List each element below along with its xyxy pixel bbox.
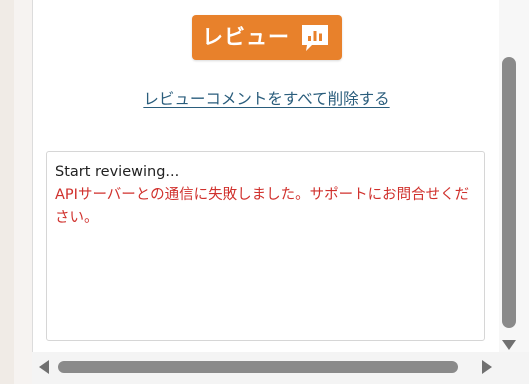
triangle-left-icon[interactable] [38, 359, 50, 375]
scrollbar-corner [499, 352, 529, 384]
log-error-line: APIサーバーとの通信に失敗しました。サポートにお問合せください。 [55, 187, 470, 226]
delete-all-comments-link[interactable]: レビューコメントをすべて削除する [33, 88, 500, 110]
review-panel: レビュー レビューコメントをすべて削除する Start reviewing...… [32, 0, 501, 352]
background-panel-edge [14, 0, 33, 384]
horizontal-scrollbar-thumb[interactable] [58, 361, 458, 373]
vertical-scrollbar-thumb[interactable] [502, 57, 516, 328]
triangle-down-icon[interactable] [501, 336, 517, 350]
bar-chart-speech-bubble-icon [300, 23, 330, 53]
review-button-label: レビュー [202, 25, 290, 49]
triangle-right-icon[interactable] [481, 359, 493, 375]
review-log-output[interactable]: Start reviewing... APIサーバーとの通信に失敗しました。サポ… [46, 151, 485, 341]
log-status-line: Start reviewing... [55, 164, 180, 180]
review-button[interactable]: レビュー [192, 15, 342, 60]
